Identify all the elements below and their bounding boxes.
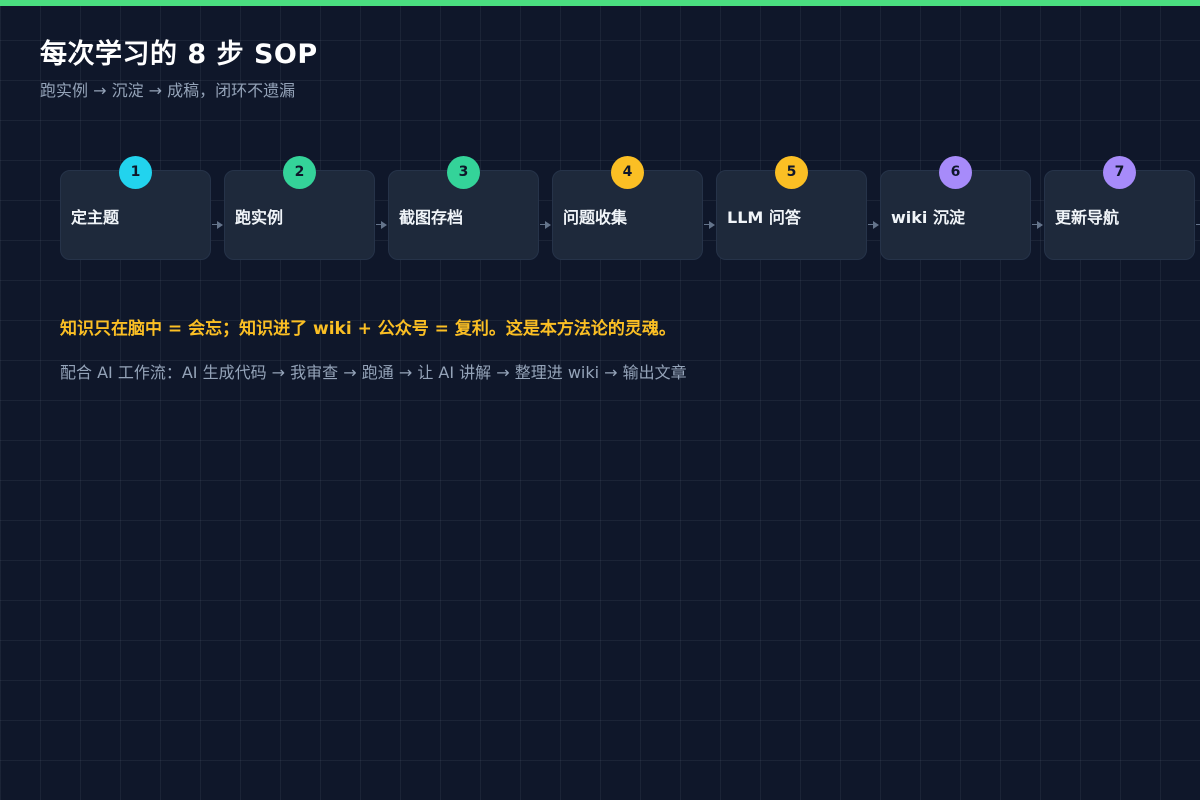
step-card: 7 更新导航 <box>1044 156 1195 260</box>
page-title: 每次学习的 8 步 SOP <box>40 39 318 70</box>
top-accent-bar <box>0 0 1200 6</box>
page-subtitle: 跑实例 → 沉淀 → 成稿，闭环不遗漏 <box>40 81 296 100</box>
step-card: 2 跑实例 <box>224 156 375 260</box>
step-card: 5 LLM 问答 <box>716 156 867 260</box>
step-label: 问题收集 <box>563 208 628 227</box>
arrow-right-icon <box>540 220 552 230</box>
step-number-badge: 5 <box>775 156 808 189</box>
arrow-right-icon <box>704 220 716 230</box>
step-number-badge: 2 <box>283 156 316 189</box>
step-card: 6 wiki 沉淀 <box>880 156 1031 260</box>
step-label: 截图存档 <box>399 208 464 227</box>
step-number-badge: 1 <box>119 156 152 189</box>
arrow-right-icon <box>212 220 224 230</box>
step-label: 更新导航 <box>1055 208 1120 227</box>
step-number-badge: 7 <box>1103 156 1136 189</box>
step-label: LLM 问答 <box>727 208 801 227</box>
arrow-right-icon <box>1032 220 1044 230</box>
sop-steps-flow: 1 定主题 2 跑实例 3 截图存档 4 问题收集 5 LLM 问答 6 wiki 沉淀 7 更新导航 <box>60 156 1200 262</box>
step-label: 定主题 <box>71 208 120 227</box>
step-label: wiki 沉淀 <box>891 208 965 227</box>
step-number-badge: 3 <box>447 156 480 189</box>
ai-workflow-note: 配合 AI 工作流：AI 生成代码 → 我审查 → 跑通 → 让 AI 讲解 →… <box>60 363 687 382</box>
arrow-right-icon <box>1196 220 1200 230</box>
arrow-right-icon <box>376 220 388 230</box>
step-label: 跑实例 <box>235 208 284 227</box>
key-insight-note: 知识只在脑中 = 会忘；知识进了 wiki + 公众号 = 复利。这是本方法论的… <box>60 319 676 339</box>
arrow-right-icon <box>868 220 880 230</box>
step-card: 3 截图存档 <box>388 156 539 260</box>
step-number-badge: 4 <box>611 156 644 189</box>
step-card: 1 定主题 <box>60 156 211 260</box>
step-card: 4 问题收集 <box>552 156 703 260</box>
step-number-badge: 6 <box>939 156 972 189</box>
